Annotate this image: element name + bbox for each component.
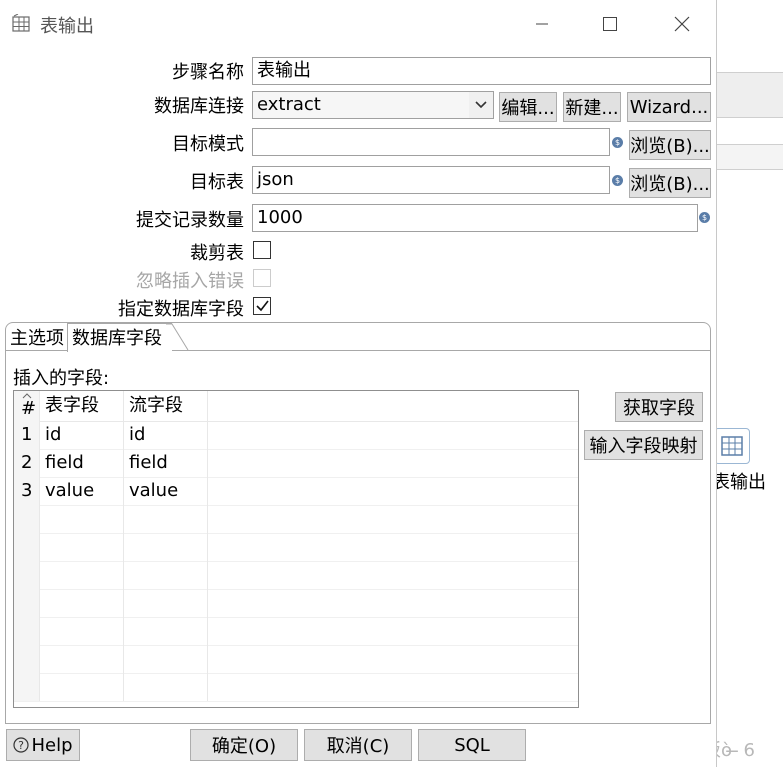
- row-number-empty: [14, 645, 40, 673]
- empty-cell: [124, 645, 208, 673]
- table-field-cell[interactable]: value: [40, 477, 124, 505]
- window-title: 表输出: [40, 16, 94, 37]
- empty-cell: [40, 589, 124, 617]
- stream-field-cell[interactable]: id: [124, 421, 208, 449]
- table-header-row: # 表字段 流字段: [14, 391, 578, 422]
- variable-icon: $: [699, 212, 710, 223]
- variable-icon: $: [612, 175, 623, 186]
- get-fields-button[interactable]: 获取字段: [615, 392, 703, 422]
- browse-schema-button[interactable]: 浏览(B)...: [629, 130, 711, 160]
- browse-table-button[interactable]: 浏览(B)...: [629, 168, 711, 198]
- commit-size-label: 提交记录数量: [136, 210, 244, 231]
- close-icon: [674, 16, 690, 32]
- table-field-cell[interactable]: id: [40, 421, 124, 449]
- help-button-label: Help: [31, 734, 73, 756]
- commit-size-input[interactable]: 1000: [252, 204, 698, 232]
- row-number-empty: [14, 673, 40, 701]
- target-table-input[interactable]: json: [252, 166, 610, 194]
- empty-row: [14, 673, 578, 702]
- empty-row: [14, 561, 578, 590]
- empty-cell: [40, 505, 124, 533]
- ignore-insert-errors-checkbox[interactable]: [253, 269, 271, 287]
- table-output-step-label: 表输出: [712, 472, 766, 493]
- background-toolbar-strip: [716, 72, 783, 118]
- table-row[interactable]: 3 value value: [14, 477, 578, 506]
- empty-cell: [40, 561, 124, 589]
- step-name-label: 步骤名称: [172, 62, 244, 83]
- maximize-icon: [603, 17, 617, 31]
- db-connection-value: extract: [257, 94, 321, 115]
- row-number-empty: [14, 533, 40, 561]
- chevron-down-icon[interactable]: [469, 92, 493, 118]
- row-number: 3: [14, 477, 40, 505]
- db-connection-label: 数据库连接: [154, 96, 244, 117]
- table-row[interactable]: 2 field field: [14, 449, 578, 478]
- row-number-empty: [14, 561, 40, 589]
- maximize-button[interactable]: [588, 8, 632, 40]
- checkmark-icon: [256, 300, 269, 312]
- truncate-table-label: 裁剪表: [190, 243, 244, 264]
- empty-cell: [40, 617, 124, 645]
- target-schema-input[interactable]: [252, 128, 610, 156]
- minimize-icon: [536, 23, 548, 25]
- row-number: 2: [14, 449, 40, 477]
- row-number: 1: [14, 421, 40, 449]
- empty-cell: [124, 589, 208, 617]
- tab-edge: [166, 323, 189, 351]
- table-icon: [12, 14, 30, 32]
- variable-icon: $: [612, 137, 623, 148]
- empty-cell: [40, 533, 124, 561]
- cancel-button[interactable]: 取消(C): [304, 729, 412, 761]
- empty-cell: [124, 561, 208, 589]
- specify-db-fields-label: 指定数据库字段: [118, 299, 244, 320]
- table-row[interactable]: 1 id id: [14, 421, 578, 450]
- new-connection-button[interactable]: 新建...: [563, 92, 621, 122]
- help-icon: ?: [13, 737, 30, 753]
- column-header-stream-field[interactable]: 流字段: [124, 391, 208, 421]
- fields-to-insert-label: 插入的字段:: [13, 368, 110, 389]
- empty-cell: [40, 645, 124, 673]
- target-table-label: 目标表: [190, 172, 244, 193]
- close-button[interactable]: [660, 8, 704, 40]
- wizard-button[interactable]: Wizard...: [627, 92, 711, 122]
- title-bar: 表输出: [0, 0, 716, 48]
- table-field-cell[interactable]: field: [40, 449, 124, 477]
- table-output-dialog: 表输出 步骤名称 表输出 数据库连接 extract 编辑... 新建... W…: [0, 0, 717, 767]
- empty-row: [14, 645, 578, 674]
- empty-row: [14, 589, 578, 618]
- edit-connection-button[interactable]: 编辑...: [499, 92, 557, 122]
- empty-row: [14, 533, 578, 562]
- empty-cell: [40, 673, 124, 701]
- empty-cell: [124, 673, 208, 701]
- input-field-mapping-button[interactable]: 输入字段映射: [584, 430, 703, 460]
- help-button[interactable]: ? Help: [6, 729, 80, 761]
- empty-cell: [124, 505, 208, 533]
- truncate-table-checkbox[interactable]: [253, 241, 271, 259]
- empty-cell: [124, 533, 208, 561]
- empty-row: [14, 617, 578, 646]
- tab-main-options[interactable]: 主选项: [6, 324, 68, 350]
- target-schema-label: 目标模式: [172, 134, 244, 155]
- background-divider-strip: [716, 144, 783, 170]
- db-connection-select[interactable]: extract: [252, 91, 494, 119]
- empty-cell: [124, 617, 208, 645]
- sql-button[interactable]: SQL: [418, 729, 526, 761]
- table-output-step-icon[interactable]: [714, 428, 750, 464]
- column-header-number[interactable]: #: [14, 391, 40, 421]
- row-number-empty: [14, 505, 40, 533]
- step-name-input[interactable]: 表输出: [252, 57, 711, 85]
- svg-text:?: ?: [19, 739, 25, 752]
- minimize-button[interactable]: [520, 8, 564, 40]
- specify-db-fields-checkbox[interactable]: [253, 297, 271, 315]
- ok-button[interactable]: 确定(O): [190, 729, 298, 761]
- tab-database-fields[interactable]: 数据库字段: [68, 324, 166, 350]
- column-header-table-field[interactable]: 表字段: [40, 391, 124, 421]
- stream-field-cell[interactable]: field: [124, 449, 208, 477]
- row-number-empty: [14, 617, 40, 645]
- fields-table: # 表字段 流字段 1 id id 2 field field 3 value …: [13, 390, 579, 708]
- stream-field-cell[interactable]: value: [124, 477, 208, 505]
- empty-row: [14, 505, 578, 534]
- ignore-insert-errors-label: 忽略插入错误: [136, 271, 244, 292]
- row-number-empty: [14, 589, 40, 617]
